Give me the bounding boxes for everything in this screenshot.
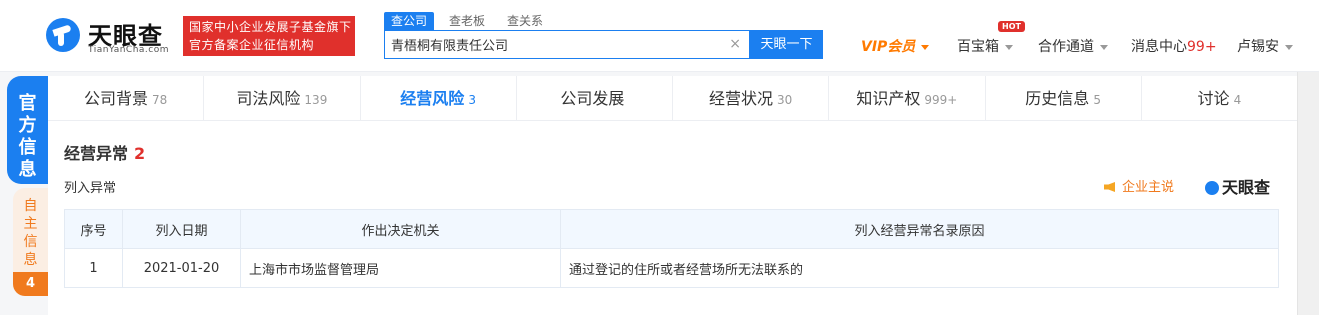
user-menu[interactable]: 卢锡安 [1237,36,1293,56]
section-subtitle: 列入异常 [64,181,117,196]
chevron-down-icon [1285,44,1293,50]
chevron-down-icon [921,44,930,50]
main-card: 公司背景 78 司法风险 139 经营风险 3 公司发展 经营状况 30 知识产权 999… [48,76,1297,315]
header-authority: 作出决定机关 [240,209,561,249]
logo-domain: TianYanCha.com [88,45,170,55]
partner-label: 合作通道 [1038,39,1094,55]
top-header: 天眼查 TianYanCha.com 国家中小企业发展子基金旗下 官方备案企业征… [0,0,1319,72]
tab-count: 30 [776,93,793,107]
cell-authority: 上海市市场监督管理局 [240,248,561,288]
search-box: × [384,30,750,59]
abnormal-operation-table: 序号 列入日期 作出决定机关 列入经营异常名录原因 1 2021-01-20 上… [64,209,1279,288]
section-title-text: 经营异常 [64,144,129,163]
cell-reason: 通过登记的住所或者经营场所无法联系的 [560,248,1279,288]
section-title: 经营异常 2 [64,140,145,164]
search-tab-relation[interactable]: 查关系 [500,12,550,30]
tab-company-background[interactable]: 公司背景 78 [48,76,205,121]
toolbox-menu[interactable]: 百宝箱 [957,36,1013,56]
tab-count: 5 [1093,93,1101,107]
tab-count: 139 [304,93,328,107]
tab-label: 历史信息 [1025,89,1090,108]
logo-eye-icon [1205,181,1219,195]
tab-label: 经营状况 [708,89,773,108]
message-label: 消息中心 [1131,39,1187,55]
search-type-tabs: 查公司 查老板 查关系 [384,12,558,30]
logo-eye-icon [46,18,80,52]
search-button[interactable]: 天眼一下 [750,30,823,59]
side-official-char: 官 [18,93,37,114]
gov-badge-line2: 官方备案企业征信机构 [189,38,315,52]
brand-watermark: 天眼查 [1205,174,1270,198]
cell-date: 2021-01-20 [122,248,241,288]
header-seq: 序号 [64,209,123,249]
speaker-icon [1104,182,1115,192]
section-count: 2 [134,144,146,163]
side-official-char: 方 [18,115,37,136]
search-tab-boss[interactable]: 查老板 [442,12,492,30]
tab-count: 78 [151,93,168,107]
partner-menu[interactable]: 合作通道 [1038,36,1108,56]
tab-operating-status[interactable]: 经营状况 30 [673,76,830,121]
toolbox-label: 百宝箱 [957,39,999,55]
message-count: 99+ [1187,39,1217,55]
cell-seq: 1 [64,248,123,288]
chevron-down-icon [1100,44,1108,50]
side-official-char: 息 [18,159,37,180]
user-name: 卢锡安 [1237,39,1279,55]
tab-discussion[interactable]: 讨论 4 [1142,76,1297,121]
side-official-char: 信 [18,137,37,158]
tab-intellectual-property[interactable]: 知识产权 999+ [829,76,986,121]
table-row: 1 2021-01-20 上海市市场监督管理局 通过登记的住所或者经营场所无法联… [64,248,1279,288]
gov-badge: 国家中小企业发展子基金旗下 官方备案企业征信机构 [183,16,355,56]
hot-badge: HOT [998,21,1025,32]
tab-history-info[interactable]: 历史信息 5 [986,76,1142,121]
search-input[interactable] [391,31,721,58]
company-says-label: 企业主说 [1122,180,1175,195]
tab-label: 司法风险 [236,89,301,108]
tab-label: 公司发展 [560,89,625,108]
search-tab-company[interactable]: 查公司 [384,12,435,30]
self-info-count: 4 [13,272,48,296]
tab-count: 4 [1233,93,1242,107]
side-self-char: 信 [23,234,38,250]
chevron-down-icon [1005,44,1013,50]
table-header-row: 序号 列入日期 作出决定机关 列入经营异常名录原因 [64,209,1279,249]
clear-icon[interactable]: × [729,36,741,52]
vip-menu[interactable]: VIP会员 [861,36,930,56]
side-self-char: 息 [23,252,38,268]
side-self-char: 主 [23,216,38,232]
message-center[interactable]: 消息中心99+ [1131,36,1217,56]
category-tabs: 公司背景 78 司法风险 139 经营风险 3 公司发展 经营状况 30 知识产权 999… [48,76,1297,121]
header-reason: 列入经营异常名录原因 [560,209,1279,249]
tab-label: 讨论 [1197,89,1230,108]
tab-label: 经营风险 [400,89,465,108]
tab-count: 3 [468,93,476,107]
tianyancha-logo[interactable]: 天眼查 TianYanCha.com [46,16,176,58]
gov-badge-line1: 国家中小企业发展子基金旗下 [189,20,352,34]
tab-count: 999+ [924,93,958,107]
tab-label: 知识产权 [856,89,921,108]
brand-text: 天眼查 [1222,178,1271,197]
side-self-char: 自 [23,198,38,214]
tab-judicial-risk[interactable]: 司法风险 139 [204,76,361,121]
tab-label: 公司背景 [83,89,148,108]
side-tab-official-info[interactable]: 官 方 信 息 [7,76,48,184]
vip-label: VIP会员 [861,39,916,55]
page-scrollbar[interactable] [1297,72,1319,315]
header-date: 列入日期 [122,209,241,249]
tab-company-development[interactable]: 公司发展 [517,76,673,121]
tab-operating-risk[interactable]: 经营风险 3 [361,76,517,121]
company-says-link[interactable]: 企业主说 [1104,176,1174,195]
